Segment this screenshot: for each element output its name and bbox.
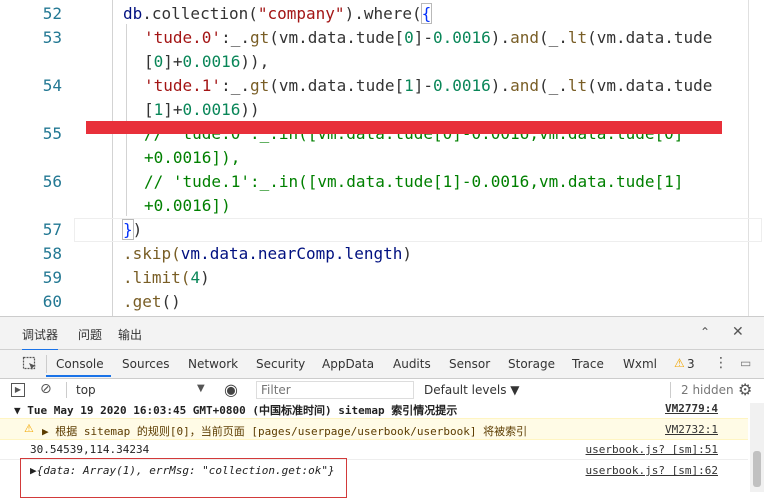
tab-security[interactable]: Security: [256, 357, 305, 371]
tab-audits[interactable]: Audits: [393, 357, 431, 371]
tab-console[interactable]: Console: [56, 357, 104, 371]
code-line-60: .get(): [123, 292, 181, 311]
chevron-down-icon[interactable]: ▼: [197, 383, 205, 394]
tab-sensor[interactable]: Sensor: [449, 357, 490, 371]
code-line-54-wrap: [1]+0.0016)): [144, 100, 260, 119]
code-line-54: 'tude.1':_.gt(vm.data.tude[1]-0.0016).an…: [144, 76, 713, 95]
chevron-up-icon[interactable]: ⌃: [700, 325, 710, 339]
console-group-header[interactable]: ▼ Tue May 19 2020 16:03:45 GMT+0800 (中国标…: [0, 398, 748, 418]
active-tab-indicator: [46, 375, 111, 377]
tab-appdata[interactable]: AppData: [322, 357, 374, 371]
code-line-52: db.collection("company").where({: [123, 3, 433, 24]
source-link[interactable]: userbook.js? [sm]:62: [586, 464, 718, 477]
dock-icon[interactable]: ▭: [740, 356, 751, 370]
source-link[interactable]: VM2732:1: [665, 423, 718, 436]
code-line-57: }): [122, 219, 143, 240]
code-line-56-wrap: +0.0016]): [144, 196, 231, 215]
source-link[interactable]: VM2779:4: [665, 402, 718, 415]
warning-icon: ⚠: [24, 422, 34, 435]
close-icon[interactable]: ✕: [732, 324, 744, 340]
console-log-line[interactable]: 30.54539,114.34234 userbook.js? [sm]:51: [0, 439, 748, 460]
toolbar-divider: [670, 382, 671, 398]
console-warning-line[interactable]: ⚠ ▶ 根据 sitemap 的规则[0]，当前页面 [pages/userpa…: [0, 418, 748, 440]
drawer-tabbar: 调试器 问题 输出 ⌃ ✕: [0, 317, 764, 351]
red-highlight-box: [20, 458, 347, 498]
tab-storage[interactable]: Storage: [508, 357, 555, 371]
console-scrollbar[interactable]: [750, 403, 764, 492]
scrollbar-thumb[interactable]: [753, 451, 761, 487]
console-output[interactable]: ▼ Tue May 19 2020 16:03:45 GMT+0800 (中国标…: [0, 402, 764, 498]
code-line-58: .skip(vm.data.nearComp.length): [123, 244, 412, 263]
warning-count[interactable]: 3: [687, 357, 695, 371]
source-link[interactable]: userbook.js? [sm]:51: [586, 443, 718, 456]
log-levels-dropdown[interactable]: Default levels ▼: [424, 383, 520, 397]
warning-icon[interactable]: ⚠: [674, 356, 685, 370]
eye-icon[interactable]: ◉: [224, 380, 238, 399]
clear-console-icon[interactable]: ⊘: [40, 381, 52, 397]
hidden-count: 2 hidden: [681, 383, 734, 397]
code-line-53: 'tude.0':_.gt(vm.data.tude[0]-0.0016).an…: [144, 28, 713, 47]
code-line-53-wrap: [0]+0.0016)),: [144, 52, 270, 71]
devtools-panel: 调试器 问题 输出 ⌃ ✕ Console Sources Network Se…: [0, 316, 764, 498]
more-vertical-icon[interactable]: ⋮: [714, 355, 728, 371]
drawer-tab-issues[interactable]: 问题: [78, 326, 102, 343]
code-line-55-wrap: +0.0016]),: [144, 148, 241, 167]
tab-wxml[interactable]: Wxml: [623, 357, 657, 371]
code-line-56: // 'tude.1':_.in([vm.data.tude[1]-0.0016…: [144, 172, 684, 191]
code-editor[interactable]: 52 53 54 55 56 57 58 59 60 db.collection…: [0, 0, 764, 316]
context-selector[interactable]: top: [76, 383, 96, 397]
inspect-element-icon[interactable]: [22, 356, 38, 372]
code-area[interactable]: db.collection("company").where({ 'tude.0…: [0, 0, 764, 316]
filter-input[interactable]: [256, 381, 414, 399]
code-line-59: .limit(4): [123, 268, 210, 287]
toolbar-divider: [66, 382, 67, 398]
tab-network[interactable]: Network: [188, 357, 238, 371]
red-strike-annotation: [86, 121, 722, 134]
panel-tabbar: Console Sources Network Security AppData…: [0, 350, 764, 379]
gear-icon[interactable]: ⚙: [738, 380, 752, 399]
drawer-tab-output[interactable]: 输出: [118, 326, 142, 343]
sidebar-toggle-icon[interactable]: ▶: [11, 383, 25, 397]
tab-trace[interactable]: Trace: [572, 357, 604, 371]
tab-divider: [46, 355, 47, 373]
drawer-tab-debugger[interactable]: 调试器: [22, 326, 59, 351]
tab-sources[interactable]: Sources: [122, 357, 169, 371]
